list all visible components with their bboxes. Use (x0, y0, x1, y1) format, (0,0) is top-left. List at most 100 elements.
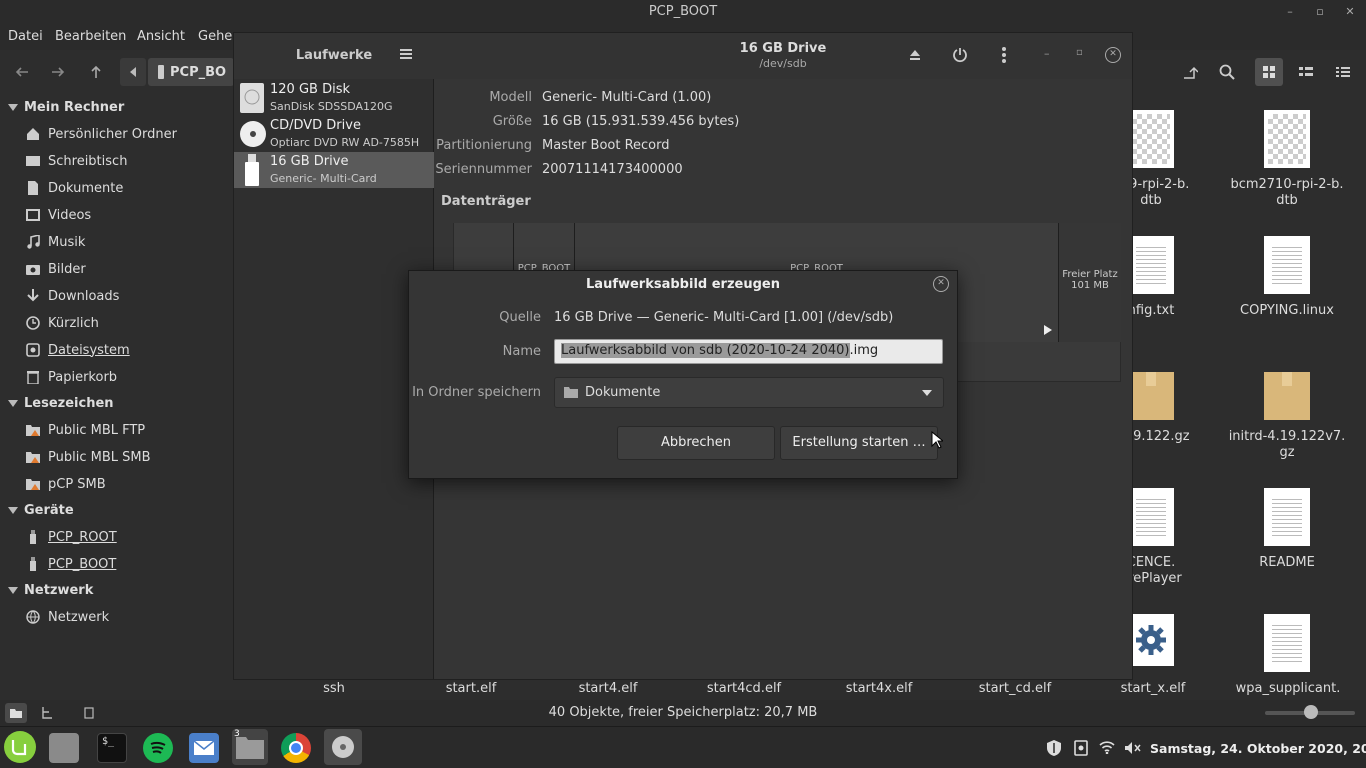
power-icon[interactable] (952, 47, 968, 63)
path-button-current[interactable]: PCP_BO (148, 58, 234, 86)
drive-item-16gb[interactable]: 16 GB Drive Generic- Multi-Card (234, 152, 434, 188)
forward-icon[interactable] (44, 58, 72, 86)
disks-app-icon[interactable] (324, 729, 362, 765)
sidebar-item-videos[interactable]: Videos (26, 205, 91, 225)
wifi-icon[interactable] (1099, 741, 1115, 754)
archive-icon[interactable] (1128, 372, 1174, 420)
sidebar-item-pcp-root[interactable]: PCP_ROOT (26, 527, 117, 547)
name-input[interactable]: Laufwerksabbild von sdb (2020-10-24 2040… (554, 339, 943, 364)
file-icon-text[interactable] (1264, 614, 1310, 672)
desktop-icon (26, 154, 40, 168)
file-icon-dtb[interactable] (1264, 110, 1310, 168)
section-lesezeichen[interactable]: Lesezeichen (8, 396, 114, 411)
menu-bearbeiten[interactable]: Bearbeiten (55, 29, 126, 44)
sidebar-item-bookmark-smb[interactable]: Public MBL SMB (26, 447, 151, 467)
spotify-icon[interactable] (143, 733, 173, 763)
cancel-button[interactable]: Abbrechen (617, 426, 775, 460)
eject-icon[interactable] (909, 49, 921, 61)
sidebar-item-home[interactable]: Persönlicher Ordner (26, 124, 177, 144)
file-icon-text[interactable] (1128, 236, 1174, 294)
chrome-icon[interactable] (281, 733, 311, 763)
prop-size-value: 16 GB (15.931.539.456 bytes) (542, 114, 740, 129)
files-app-icon[interactable]: 3 (232, 729, 268, 765)
drive-item-cd-dvd[interactable]: CD/DVD Drive Optiarc DVD RW AD-7585H (234, 116, 434, 152)
gear-icon[interactable] (1128, 614, 1174, 666)
file-icon-text[interactable] (1264, 488, 1310, 546)
download-icon (26, 289, 40, 303)
sidebar-item-bookmark-pcp[interactable]: pCP SMB (26, 474, 106, 494)
network-folder-icon (26, 450, 40, 464)
menu-ansicht[interactable]: Ansicht (137, 29, 185, 44)
menu-datei[interactable]: Datei (8, 29, 43, 44)
maximize-button[interactable]: ▫ (1076, 47, 1083, 58)
compact-view-icon[interactable] (1329, 58, 1357, 86)
sidebar-item-desktop[interactable]: Schreibtisch (26, 151, 127, 171)
up-icon[interactable] (82, 58, 110, 86)
archive-icon[interactable] (1264, 372, 1310, 420)
prop-model-value: Generic- Multi-Card (1.00) (542, 90, 712, 105)
terminal-toggle-icon[interactable] (1176, 58, 1204, 86)
list-view-icon[interactable] (1292, 58, 1320, 86)
section-mein-rechner[interactable]: Mein Rechner (8, 100, 124, 115)
free-space-block[interactable]: Freier Platz 101 MB (1059, 223, 1121, 342)
sidebar-item-network[interactable]: Netzwerk (26, 607, 109, 627)
sidebar-item-music[interactable]: Musik (26, 232, 85, 252)
path-left-arrow[interactable] (120, 58, 146, 86)
sidebar-item-pcp-boot[interactable]: PCP_BOOT (26, 554, 116, 574)
section-geraete[interactable]: Geräte (8, 503, 74, 518)
places-sidebar: Mein Rechner Persönlicher Ordner Schreib… (0, 94, 233, 700)
file-icon-dtb[interactable] (1128, 110, 1174, 168)
statusbar: 40 Objekte, freier Speicherplatz: 20,7 M… (0, 700, 1366, 726)
shield-icon[interactable] (1046, 740, 1062, 756)
sidebar-item-pictures[interactable]: Bilder (26, 259, 86, 279)
drive-tray-icon[interactable] (1074, 740, 1088, 756)
hard-disk-icon (240, 83, 264, 113)
drive-path: /dev/sdb (759, 57, 807, 70)
sidebar-item-bookmark-ftp[interactable]: Public MBL FTP (26, 420, 145, 440)
more-options-icon[interactable] (1002, 47, 1006, 63)
show-desktop-icon[interactable] (49, 733, 79, 763)
file-label: README (1259, 555, 1315, 570)
camera-icon (26, 262, 40, 276)
play-arrow-icon[interactable] (1044, 325, 1052, 335)
zoom-slider-handle[interactable] (1304, 705, 1318, 719)
sidebar-item-filesystem[interactable]: Dateisystem (26, 340, 130, 360)
start-creation-button[interactable]: Erstellung starten … (780, 426, 938, 460)
minimize-button[interactable]: – (1283, 5, 1297, 19)
minimize-button[interactable]: – (1044, 47, 1050, 60)
mail-icon[interactable] (189, 733, 219, 763)
drive-list: Laufwerke 120 GB Disk SanDisk SDSSDA120G … (234, 33, 434, 679)
sidebar-item-documents[interactable]: Dokumente (26, 178, 123, 198)
sidebar-item-recent[interactable]: Kürzlich (26, 313, 99, 333)
file-label: initrd-4.19.122v7. gz (1228, 429, 1346, 460)
maximize-button[interactable]: ▫ (1313, 5, 1327, 19)
sidebar-item-trash[interactable]: Papierkorb (26, 367, 117, 387)
volume-muted-icon[interactable] (1124, 741, 1142, 755)
close-icon[interactable]: ✕ (933, 276, 949, 292)
usb-drive-icon (158, 65, 164, 79)
create-image-dialog: Laufwerksabbild erzeugen ✕ Quelle 16 GB … (408, 270, 958, 479)
sidebar-item-downloads[interactable]: Downloads (26, 286, 119, 306)
section-netzwerk[interactable]: Netzwerk (8, 583, 93, 598)
close-button[interactable]: ✕ (1343, 5, 1357, 19)
close-icon[interactable]: ✕ (1105, 47, 1121, 63)
folder-value: Dokumente (585, 385, 661, 400)
drive-item-120gb[interactable]: 120 GB Disk SanDisk SDSSDA120G (234, 80, 434, 116)
hamburger-menu-icon[interactable] (400, 49, 412, 59)
source-label: Quelle (499, 310, 541, 325)
menu-logo-icon[interactable] (4, 731, 36, 763)
name-extension: .img (849, 343, 879, 358)
clock[interactable]: Samstag, 24. Oktober 2020, 20:40 (1150, 741, 1366, 756)
back-icon[interactable] (8, 58, 36, 86)
folder-chooser[interactable]: Dokumente (554, 377, 944, 408)
grid-view-icon[interactable] (1255, 58, 1283, 86)
drive-list-header: Laufwerke (234, 33, 434, 79)
search-icon[interactable] (1213, 58, 1241, 86)
file-icon-text[interactable] (1264, 236, 1310, 294)
video-icon (26, 208, 40, 222)
file-label: start.elf (445, 681, 497, 696)
terminal-icon[interactable]: $_ (97, 733, 127, 763)
file-icon-text[interactable] (1128, 488, 1174, 546)
globe-icon (26, 610, 40, 624)
drive-icon (26, 343, 40, 357)
